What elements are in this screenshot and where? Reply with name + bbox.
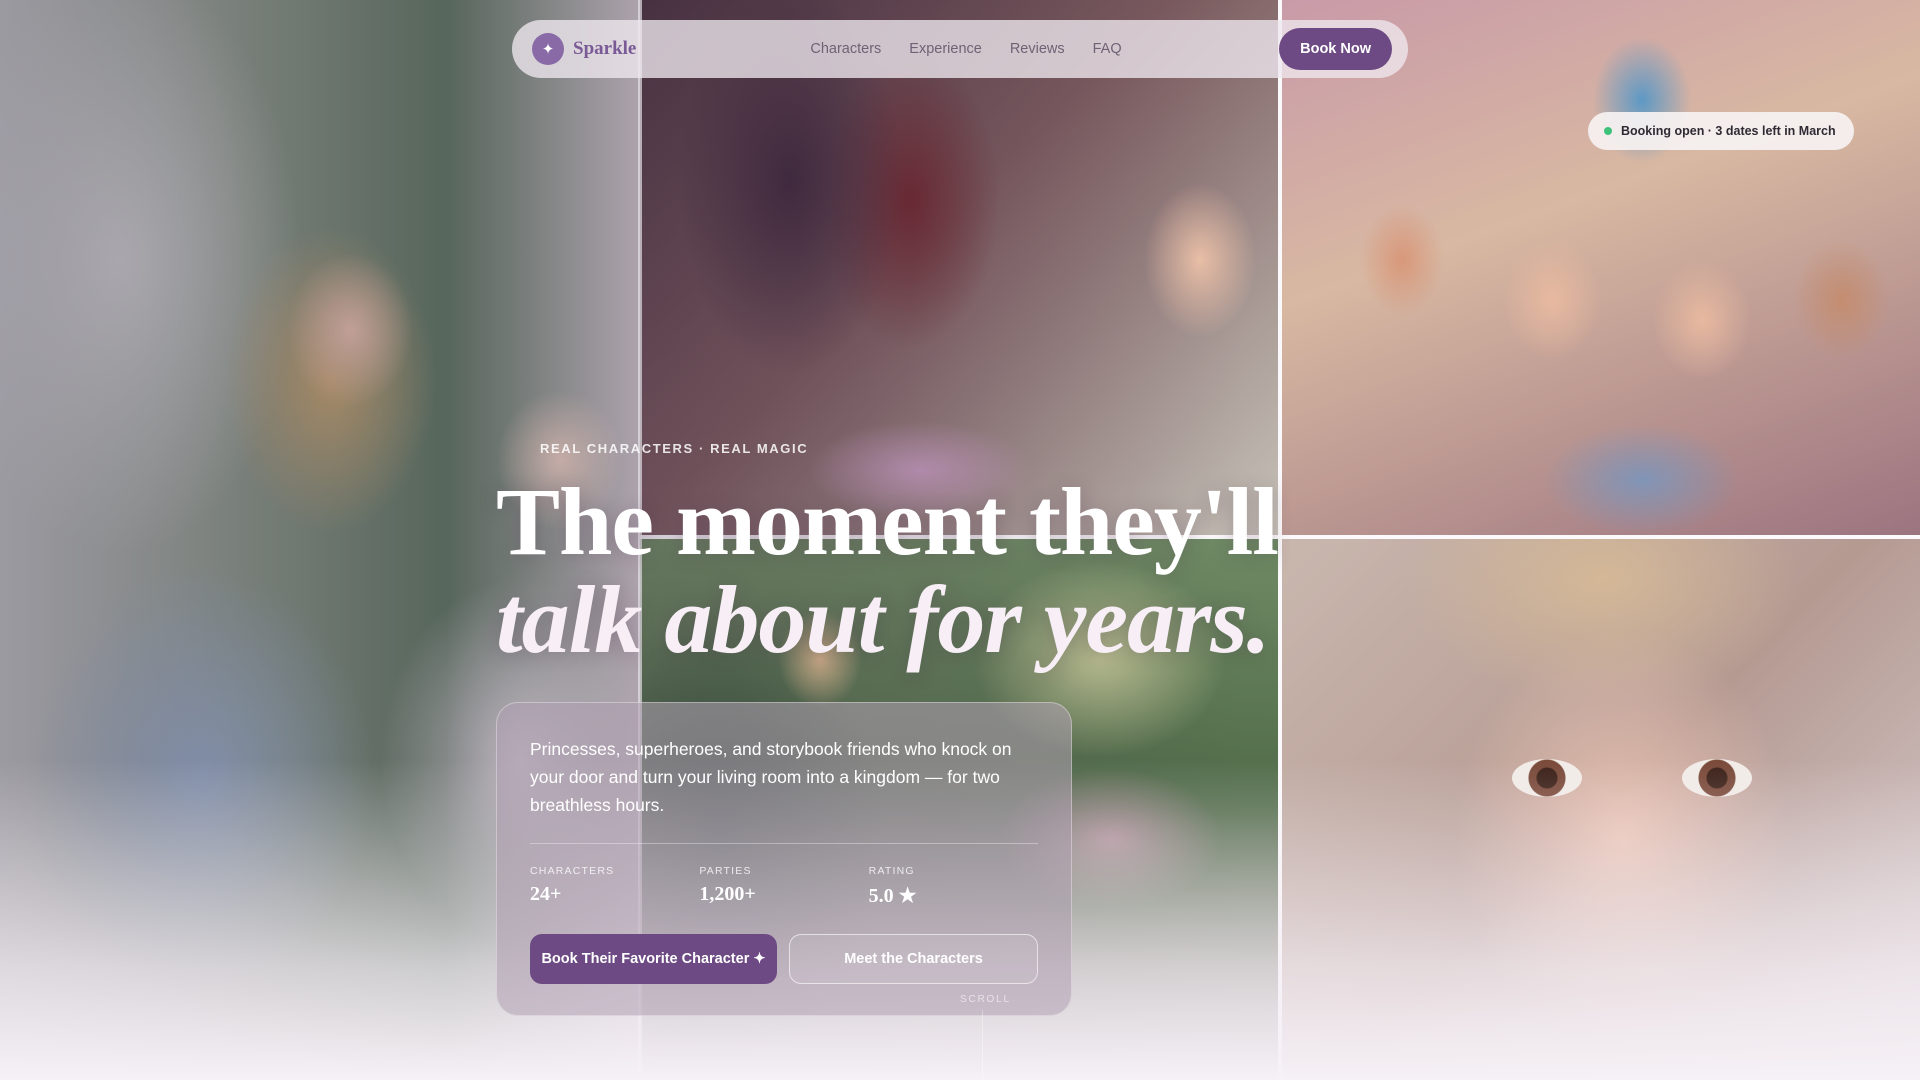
- card-divider: [530, 843, 1038, 844]
- nav-link-experience[interactable]: Experience: [909, 41, 982, 57]
- booking-status-text: Booking open · 3 dates left in March: [1621, 124, 1836, 138]
- headline-line-1: The moment they'll: [496, 468, 1279, 575]
- stat-value: 24+: [530, 883, 562, 905]
- nav-link-reviews[interactable]: Reviews: [1010, 41, 1065, 57]
- brand-logo[interactable]: ✦ Sparkle: [532, 33, 636, 65]
- stat-value: 1,200+: [699, 883, 756, 905]
- stat-rating: RATING 5.0 ★: [869, 865, 1038, 908]
- scroll-indicator-line: [982, 1010, 983, 1080]
- nav-link-characters[interactable]: Characters: [810, 41, 881, 57]
- headline-line-2: talk about for years.: [496, 566, 1271, 673]
- sparkle-icon: ✦: [532, 33, 564, 65]
- meet-characters-button[interactable]: Meet the Characters: [789, 934, 1038, 984]
- scroll-hint[interactable]: SCROLL: [960, 994, 1011, 1005]
- stat-characters: CHARACTERS 24+: [530, 865, 699, 908]
- booking-status-badge: Booking open · 3 dates left in March: [1588, 112, 1854, 150]
- stat-label: RATING: [868, 865, 915, 877]
- hero-card: Princesses, superheroes, and storybook f…: [496, 702, 1072, 1016]
- book-character-button[interactable]: Book Their Favorite Character ✦: [530, 934, 777, 984]
- stat-value: 5.0 ★: [868, 885, 917, 907]
- book-now-button[interactable]: Book Now: [1279, 28, 1392, 70]
- stat-parties: PARTIES 1,200+: [699, 865, 868, 908]
- top-navigation: ✦ Sparkle Characters Experience Reviews …: [512, 20, 1408, 78]
- brand-name: Sparkle: [573, 38, 637, 59]
- hero-eyebrow: REAL CHARACTERS · REAL MAGIC: [540, 441, 809, 456]
- hero-headline: The moment they'll talk about for years.: [496, 468, 1279, 673]
- hero-description: Princesses, superheroes, and storybook f…: [530, 739, 1012, 815]
- nav-links: Characters Experience Reviews FAQ: [810, 41, 1121, 57]
- stats-row: CHARACTERS 24+ PARTIES 1,200+ RATING 5.0…: [530, 865, 1038, 908]
- cta-row: Book Their Favorite Character ✦ Meet the…: [530, 934, 1038, 984]
- nav-link-faq[interactable]: FAQ: [1093, 41, 1122, 57]
- stat-label: PARTIES: [699, 865, 752, 877]
- stat-label: CHARACTERS: [530, 865, 615, 877]
- status-dot-icon: [1604, 127, 1612, 135]
